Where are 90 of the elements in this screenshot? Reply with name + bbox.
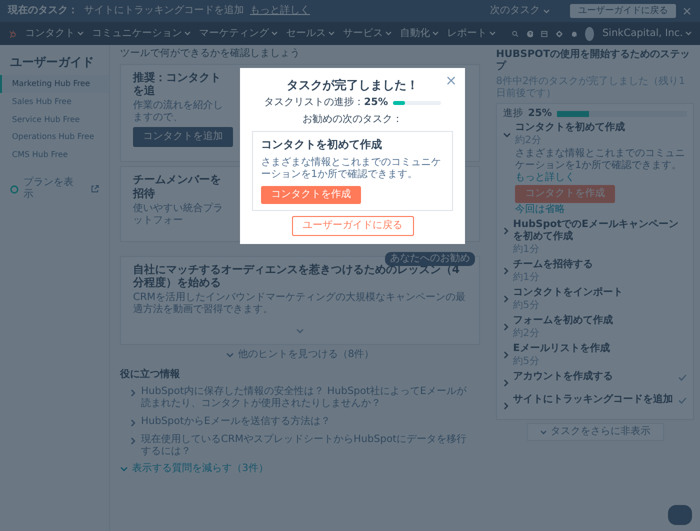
- task-title[interactable]: コンタクトをインポート: [513, 287, 623, 299]
- account-menu[interactable]: SinkCapital, Inc.: [602, 28, 692, 40]
- chevron-right-icon: [503, 379, 509, 387]
- caret-icon: [328, 31, 336, 36]
- task-title[interactable]: Eメールリストを作成: [513, 343, 610, 355]
- sidebar-item[interactable]: CMS Hub Free: [0, 146, 109, 164]
- avatar[interactable]: [585, 26, 594, 40]
- skip-link[interactable]: 今回は省略: [515, 204, 565, 216]
- faq-item[interactable]: HubSpot内に保存した情報の安全性は？ HubSpot社によってEメールが読まれたり、コンタクトが使用されたりしませんか？: [120, 385, 480, 412]
- task-description: さまざまな情報とこれまでのコミュニケーションを1か所で確認できます。: [261, 156, 442, 181]
- close-icon[interactable]: ×: [445, 74, 457, 88]
- add-contact-button[interactable]: コンタクトを追加: [133, 127, 233, 148]
- caret-icon: [271, 31, 278, 36]
- nav-menu-item[interactable]: コミュニケーション: [92, 28, 192, 40]
- view-plans-link[interactable]: プランを表示: [24, 177, 82, 202]
- chevron-down-icon: [503, 132, 511, 138]
- chevron-right-icon: [130, 389, 136, 398]
- recommended-badge: あなたへのお勧め: [385, 252, 475, 266]
- task-title[interactable]: サイトにトラッキングコードを追加: [513, 394, 673, 406]
- banner-label: 現在のタスク：: [8, 5, 78, 17]
- settings-icon[interactable]: [556, 28, 563, 38]
- nav-menu-item[interactable]: レポート: [447, 28, 496, 40]
- faq-item[interactable]: HubSpotからEメールを送信する方法は？: [120, 415, 480, 430]
- chevron-right-icon: [503, 402, 509, 410]
- chevron-right-icon: [130, 419, 136, 428]
- next-task-label: お勧めの次のタスク：: [302, 114, 402, 126]
- show-fewer-link[interactable]: 表示する質問を減らす（3件）: [120, 463, 480, 476]
- card-description: 使いやすい統合プラットフォー: [133, 202, 224, 227]
- dialog-title: タスクが完了しました！: [286, 78, 418, 92]
- sidebar-item[interactable]: Marketing Hub Free: [0, 75, 109, 93]
- sidebar-title: ユーザーガイド: [10, 55, 95, 70]
- caret-icon: [684, 31, 692, 36]
- caret-icon: [184, 31, 192, 36]
- chat-button[interactable]: [668, 505, 692, 525]
- nav-menu-item[interactable]: マーケティング: [199, 28, 278, 40]
- search-icon[interactable]: [512, 28, 519, 38]
- learn-more-link[interactable]: もっと詳しく: [250, 5, 310, 17]
- caret-icon: [542, 8, 550, 14]
- learn-more-link[interactable]: もっと詳しく: [515, 172, 575, 183]
- chevron-down-icon: [120, 466, 128, 472]
- back-to-guide-button[interactable]: ユーザーガイドに戻る: [292, 216, 414, 236]
- bell-icon[interactable]: [570, 28, 578, 38]
- progress-value: 25%: [528, 108, 552, 120]
- nav-menu-item[interactable]: 自動化: [400, 28, 440, 40]
- card-title: チームメンバーを招待: [133, 173, 222, 200]
- info-title: 役に立つ情報: [120, 369, 181, 382]
- close-icon[interactable]: ×: [682, 5, 692, 17]
- task-title[interactable]: アカウントを作成する: [513, 371, 613, 383]
- expand-icon: [296, 328, 304, 334]
- more-tips-link[interactable]: 他のヒントを見つける（8件）: [226, 349, 374, 362]
- sidebar-item[interactable]: Service Hub Free: [0, 110, 109, 128]
- chevron-right-icon: [503, 267, 509, 275]
- chevron-right-icon: [503, 227, 509, 235]
- chevron-down-icon: [226, 352, 234, 358]
- current-task: サイトにトラッキングコードを追加: [84, 5, 244, 17]
- caret-icon: [489, 31, 496, 36]
- card-description: 作業の流れを紹介しますので、: [133, 100, 224, 124]
- nav-menu-item[interactable]: コンタクト: [25, 28, 84, 40]
- task-title[interactable]: HubSpotでのEメールキャンペーンを初めて作成: [513, 219, 687, 243]
- caret-icon: [432, 31, 440, 36]
- progress-label: 進捗: [503, 108, 523, 120]
- chevron-right-icon: [503, 295, 509, 303]
- create-contact-button[interactable]: コンタクトを作成: [261, 186, 361, 204]
- chevron-right-icon: [130, 437, 136, 446]
- sidebar-item[interactable]: Sales Hub Free: [0, 92, 109, 111]
- external-link-icon[interactable]: [91, 185, 99, 194]
- caret-icon: [77, 31, 84, 36]
- task-title[interactable]: コンタクトを初めて作成: [515, 122, 625, 134]
- help-icon[interactable]: [526, 28, 534, 38]
- nav-menu-item[interactable]: サービス: [343, 28, 392, 40]
- tasklist-progress-label: タスクリストの進捗：25%: [264, 97, 388, 110]
- task-title[interactable]: チームを招待する: [513, 259, 593, 271]
- plan-icon: [10, 184, 19, 194]
- intro-text: ツールで何ができるかを確認しましょう: [120, 48, 301, 60]
- caret-icon: [385, 31, 392, 36]
- store-icon[interactable]: [541, 28, 548, 38]
- guide-button[interactable]: ユーザーガイドに戻る: [570, 4, 676, 18]
- card-description: CRMを活用したインバウンドマーケティングの大規模なキャンペーンの最適方法を動画で習得できます。: [133, 292, 467, 316]
- hide-tasks-button[interactable]: タスクをさらに非表示: [526, 423, 664, 442]
- faq-item[interactable]: 現在使用しているCRMやスプレッドシートからHubSpotにデータを移行するには？: [120, 433, 480, 460]
- nav-menu-item[interactable]: セールス: [286, 28, 336, 40]
- chevron-right-icon: [503, 323, 509, 331]
- steps-title: HUBSPOTの使用を開始するためのステップ: [496, 49, 691, 73]
- chevron-right-icon: [503, 351, 509, 359]
- next-task-dropdown[interactable]: 次のタスク: [490, 5, 550, 17]
- task-title[interactable]: フォームを初めて作成: [513, 315, 613, 327]
- sidebar-item[interactable]: Operations Hub Free: [0, 128, 109, 146]
- task-title: コンタクトを初めて作成: [261, 138, 382, 152]
- card-title: 推奨：コンタクトを追: [133, 71, 222, 98]
- task-description: さまざまな情報とこれまでのコミュニケーションを1か所で確認できます。 もっと詳しく: [515, 148, 686, 184]
